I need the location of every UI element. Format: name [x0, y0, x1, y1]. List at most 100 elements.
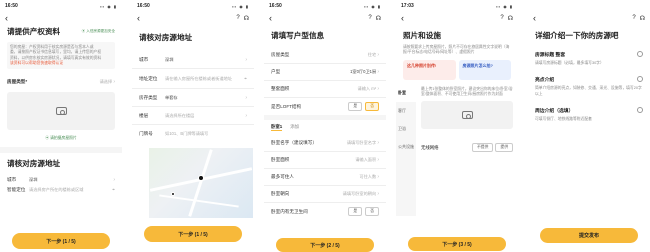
help-icon[interactable]: ?: [368, 15, 371, 22]
deed-type-row[interactable]: 房屋类型* 请选择 ›: [0, 75, 122, 89]
row-value-text: 请填写卧室的朝向: [342, 191, 377, 196]
loft-yes[interactable]: 是: [348, 102, 363, 111]
row-label: 卧室名字（建议填写）: [271, 140, 317, 145]
row-value-text: 请填写卧室名字: [346, 140, 377, 145]
section-highlights[interactable]: 亮点介绍 简单介绍房源的亮点，如装修、交通、采光、设施等，填写20字以上: [528, 76, 650, 107]
headset-icon[interactable]: ☊: [376, 15, 381, 22]
address-row[interactable]: 地址定位 请在输入房屋所在楼栋或者街道地址 ⌖: [132, 69, 254, 89]
bathroom-yes[interactable]: 是: [348, 207, 363, 216]
row-value: 如101、B门牌等请填写: [165, 131, 209, 136]
section-header: 亮点介绍: [535, 76, 643, 83]
nav-bar: ‹? ☊: [132, 12, 254, 24]
locate-icon[interactable]: ⌖: [112, 187, 115, 193]
back-icon[interactable]: ‹: [401, 13, 404, 23]
page-title: 照片和设施: [403, 31, 441, 40]
section-title: 请核对房源地址: [7, 159, 61, 169]
room-name-row[interactable]: 卧室名字（建议填写） 请填写卧室名字 ›: [264, 135, 386, 152]
section-label: 房源标题 整套: [535, 53, 566, 58]
tip-card-dont[interactable]: 这几种照片别传!: [403, 59, 456, 80]
section-surroundings[interactable]: 周边介绍（选填） 可填写餐厅、地铁线路等附近配套: [528, 106, 650, 132]
back-icon[interactable]: ‹: [269, 13, 272, 23]
chevron-right-icon: ›: [377, 174, 379, 180]
back-icon[interactable]: ‹: [5, 13, 8, 23]
row-label: 城市: [139, 56, 149, 62]
tip-card-how[interactable]: 房源照片怎么拍?: [458, 59, 511, 80]
next-button[interactable]: 下一步 (1 / 5): [144, 226, 242, 242]
house-type-row[interactable]: 房屋类型 住宅 ›: [264, 47, 386, 64]
status-bar: 16:50 ▪▪ ◉ ▮: [264, 0, 386, 12]
sidebar-item-public[interactable]: 公共设施: [396, 138, 416, 156]
address-row[interactable]: 智能定位 请选择房产所在的楼栋或区域 ⌖: [0, 187, 122, 203]
orientation-row[interactable]: 卧室朝向 请填写卧室的朝向 ›: [264, 186, 386, 203]
row-value: 请在输入房屋所在楼栋或者街道地址: [165, 75, 233, 81]
chevron-right-icon: ›: [245, 112, 247, 119]
wifi-no-option[interactable]: 不提供: [472, 143, 494, 153]
row-value: 可住人数 ›: [359, 174, 379, 180]
next-button[interactable]: 下一步 (3 / 5): [408, 237, 506, 251]
help-icon[interactable]: ?: [236, 15, 239, 22]
status-icons: ▪▪ ◉ ▮: [496, 3, 513, 9]
photo-upload[interactable]: [7, 92, 115, 131]
edit-icon[interactable]: [637, 76, 643, 83]
section-label: 周边介绍（选填）: [535, 108, 574, 114]
status-bar: [528, 0, 650, 12]
layout-row[interactable]: 户型 1室0厅0卫1厨 ›: [264, 64, 386, 81]
chevron-right-icon: ›: [113, 79, 115, 86]
deed-type-label: 房屋类型*: [7, 79, 28, 85]
house-type-row[interactable]: 房存类型 单套存 ›: [132, 89, 254, 107]
bathroom-no[interactable]: 否: [365, 207, 379, 216]
screen-photos: 17:03 ▪▪ ◉ ▮ ‹? ☊ 照片和设施 请按照要求上传房屋照片，照片不可存在…: [396, 0, 518, 252]
edit-icon[interactable]: [637, 51, 643, 57]
chevron-right-icon: ›: [245, 94, 247, 101]
map-road: [159, 194, 239, 208]
back-icon[interactable]: ‹: [137, 13, 140, 23]
loft-no[interactable]: 否: [365, 102, 379, 111]
door-number-row[interactable]: 门牌号 如101、B门牌等请填写: [132, 125, 254, 143]
status-time: 16:50: [5, 3, 18, 9]
headset-icon[interactable]: ☊: [640, 15, 645, 22]
sidebar-item-bath[interactable]: 卫浴: [396, 120, 416, 138]
help-icon[interactable]: ?: [500, 15, 503, 22]
section-house-title[interactable]: 房源标题 整套 请填写房源标题（必填，最多填写30字）: [528, 51, 650, 76]
headset-icon[interactable]: ☊: [244, 15, 249, 22]
next-button[interactable]: 下一步 (2 / 5): [276, 238, 374, 252]
title-text: 请提供产权资料: [7, 27, 61, 36]
row-label: 房存类型: [139, 94, 158, 100]
location-map[interactable]: [149, 148, 253, 218]
sidebar-item-bedroom[interactable]: 卧室: [396, 83, 416, 102]
wifi-yes-option[interactable]: 提供: [495, 143, 513, 153]
page-title: 请填写户型信息: [271, 31, 325, 40]
headset-icon[interactable]: ☊: [508, 15, 513, 22]
wifi-label: 无线网络: [421, 144, 439, 150]
info-box: 您的房屋：产权资料用于核实房源是否与您本人或 委，请按照产权证书信息填写，里均，…: [7, 42, 115, 70]
floor-row[interactable]: 楼层 请选择所在楼层 ›: [132, 107, 254, 125]
screen-address: 16:50 ▪▪ ◉ ▮ ‹? ☊ 请核对房源地址 城市 深圳 › 地址定位 请在输…: [132, 0, 254, 252]
tab-room-1[interactable]: 卧室1: [271, 124, 283, 131]
city-row[interactable]: 城市 深圳 ›: [0, 173, 122, 187]
capacity-row[interactable]: 最多可住人 可住人数 ›: [264, 169, 386, 186]
city-row[interactable]: 城市 深圳 ›: [132, 51, 254, 69]
screen-property-docs: 16:50 ▪▪ ◉ ▮ ‹ 请提供产权资料 ⦿ 入驻房源更加安全 您的房屋：产权…: [0, 0, 122, 252]
page-title: 请提供产权资料 ⦿ 入驻房源更加安全: [0, 24, 122, 41]
chevron-right-icon: ›: [377, 86, 379, 92]
row-value: 住宅 ›: [368, 52, 379, 58]
address-value: 请选择房产所在的楼栋或区域: [29, 187, 84, 193]
tab-add-room[interactable]: 添加: [290, 124, 299, 131]
chevron-right-icon: ›: [377, 69, 379, 75]
room-tabs: 卧室1 添加: [264, 120, 386, 135]
edit-icon[interactable]: [637, 106, 643, 113]
next-button[interactable]: 下一步 (1 / 5): [12, 233, 110, 249]
area-row[interactable]: 整套面积 请输入 m² ›: [264, 81, 386, 98]
back-icon[interactable]: ‹: [533, 13, 536, 23]
address-label: 智能定位: [7, 187, 26, 193]
photo-upload[interactable]: [421, 101, 513, 130]
chevron-right-icon: ›: [245, 56, 247, 63]
room-area-row[interactable]: 卧室面积 请输入面积 ›: [264, 152, 386, 169]
submit-button[interactable]: 提交发布: [540, 228, 638, 243]
deed-type-value: 请选择 ›: [100, 79, 115, 85]
photo-panel: 最上传1张整体的卧室照片，建议突出你的床位/卧室/浴室/整体面积、不可使用卫生间…: [416, 84, 518, 216]
wifi-row: 无线网络 不提供 提供: [421, 143, 513, 153]
sidebar-item-living[interactable]: 客厅: [396, 102, 416, 120]
locate-icon[interactable]: ⌖: [244, 76, 247, 82]
help-icon[interactable]: ?: [632, 15, 635, 22]
